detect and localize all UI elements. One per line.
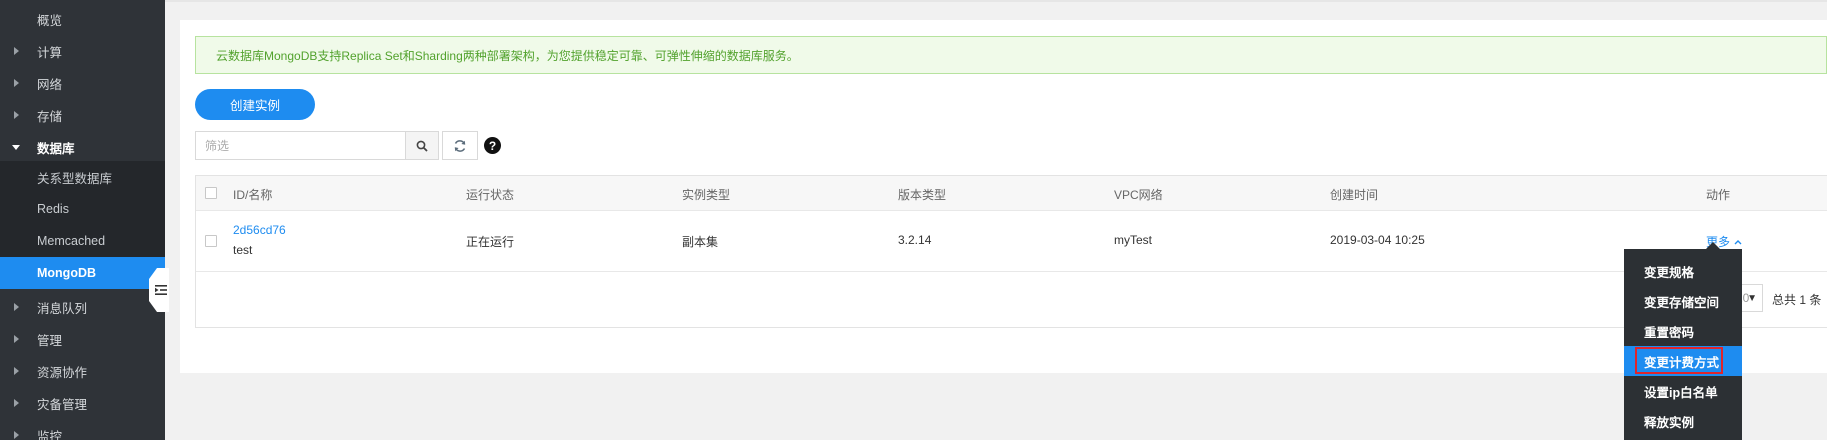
sidebar-item-network[interactable]: 网络 — [0, 67, 165, 99]
sidebar-item-database[interactable]: 数据库 — [0, 131, 165, 163]
sidebar-item-management[interactable]: 管理 — [0, 323, 165, 355]
instance-table: ID/名称 运行状态 实例类型 版本类型 VPC网络 创建时间 动作 2d56c… — [195, 175, 1827, 328]
sidebar-item-mongodb[interactable]: MongoDB — [0, 257, 165, 289]
notice-text: 云数据库MongoDB支持Replica Set和Sharding两种部署架构，… — [216, 48, 799, 63]
help-icon[interactable]: ? — [484, 137, 501, 154]
instance-type: 副本集 — [682, 235, 719, 249]
sidebar-item-overview[interactable]: 概览 — [0, 3, 165, 35]
sidebar-item-relational-db[interactable]: 关系型数据库 — [0, 161, 165, 193]
create-instance-button[interactable]: 创建实例 — [195, 89, 315, 120]
info-notice: 云数据库MongoDB支持Replica Set和Sharding两种部署架构，… — [195, 36, 1827, 74]
search-button[interactable] — [405, 131, 439, 160]
instance-vpc: myTest — [1114, 233, 1153, 247]
sidebar-item-compute[interactable]: 计算 — [0, 35, 165, 67]
col-created: 创建时间 — [1330, 188, 1379, 202]
top-strip — [165, 0, 1827, 2]
highlight-box — [1635, 347, 1723, 374]
row-checkbox[interactable] — [205, 235, 217, 247]
caret-down-icon — [12, 144, 20, 150]
select-all-checkbox[interactable] — [205, 187, 217, 199]
caret-right-icon — [14, 399, 19, 407]
sidebar-item-label: MongoDB — [37, 266, 97, 280]
sidebar-item-label: 管理 — [37, 333, 63, 348]
instance-name: test — [233, 243, 253, 257]
sidebar-item-label: 资源协作 — [37, 365, 88, 380]
sidebar-item-label: 灾备管理 — [37, 397, 88, 412]
collapse-menu-icon — [155, 285, 167, 295]
col-vpc: VPC网络 — [1114, 188, 1163, 202]
instance-version: 3.2.14 — [898, 233, 932, 247]
menu-item-release-instance[interactable]: 释放实例 — [1624, 406, 1742, 436]
sidebar-item-resource-collab[interactable]: 资源协作 — [0, 355, 165, 387]
menu-item-label: 设置ip白名单 — [1644, 385, 1718, 400]
refresh-button[interactable] — [442, 131, 478, 160]
caret-right-icon — [14, 431, 19, 439]
caret-right-icon — [14, 367, 19, 375]
sidebar-item-label: 关系型数据库 — [37, 171, 113, 186]
instance-id-link[interactable]: 2d56cd76 — [233, 223, 286, 237]
sidebar-item-label: 存储 — [37, 109, 63, 124]
instance-created: 2019-03-04 10:25 — [1330, 233, 1425, 247]
sidebar-item-label: 监控 — [37, 429, 63, 440]
table-row: 2d56cd76 test 正在运行 副本集 3.2.14 myTest 201… — [196, 211, 1827, 272]
menu-item-ip-whitelist[interactable]: 设置ip白名单 — [1624, 376, 1742, 406]
sidebar: 概览 计算 网络 存储 数据库 关系型数据库 Redis Memcached M… — [0, 0, 165, 440]
sidebar-item-disaster-recovery[interactable]: 灾备管理 — [0, 387, 165, 419]
menu-item-change-storage[interactable]: 变更存储空间 — [1624, 286, 1742, 316]
col-id-name: ID/名称 — [233, 188, 273, 202]
caret-right-icon — [14, 79, 19, 87]
sidebar-item-label: Redis — [37, 202, 69, 216]
col-status: 运行状态 — [466, 188, 515, 202]
col-action: 动作 — [1706, 188, 1731, 202]
caret-right-icon — [14, 111, 19, 119]
menu-item-reset-password[interactable]: 重置密码 — [1624, 316, 1742, 346]
sidebar-item-label: 计算 — [37, 45, 63, 60]
menu-item-label: 重置密码 — [1644, 325, 1695, 340]
col-version: 版本类型 — [898, 188, 947, 202]
chevron-up-icon — [1734, 239, 1742, 244]
sidebar-item-label: 消息队列 — [37, 301, 88, 316]
menu-item-change-spec[interactable]: 变更规格 — [1624, 256, 1742, 286]
sidebar-item-redis[interactable]: Redis — [0, 193, 165, 225]
sidebar-item-message-queue[interactable]: 消息队列 — [0, 291, 165, 323]
menu-item-label: 变更规格 — [1644, 265, 1695, 280]
sidebar-item-label: 概览 — [37, 13, 63, 28]
table-header: ID/名称 运行状态 实例类型 版本类型 VPC网络 创建时间 动作 — [196, 176, 1827, 211]
sidebar-item-label: Memcached — [37, 234, 106, 248]
pagination-total: 总共 1 条 — [1772, 293, 1822, 307]
menu-item-change-billing[interactable]: 变更计费方式 — [1624, 346, 1742, 376]
filter-input[interactable] — [195, 131, 405, 160]
sidebar-item-memcached[interactable]: Memcached — [0, 225, 165, 257]
caret-right-icon — [14, 47, 19, 55]
refresh-icon — [454, 139, 466, 152]
sidebar-item-label: 网络 — [37, 77, 63, 92]
caret-right-icon — [14, 335, 19, 343]
more-actions-dropdown: 变更规格 变更存储空间 重置密码 变更计费方式 设置ip白名单 释放实例 — [1624, 242, 1742, 440]
caret-right-icon — [14, 303, 19, 311]
search-icon — [416, 140, 428, 152]
sidebar-item-label: 数据库 — [37, 141, 75, 156]
menu-item-label: 变更存储空间 — [1644, 295, 1720, 310]
sidebar-item-monitoring[interactable]: 监控 — [0, 419, 165, 440]
menu-item-label: 释放实例 — [1644, 415, 1695, 430]
sidebar-item-storage[interactable]: 存储 — [0, 99, 165, 131]
instance-status: 正在运行 — [466, 235, 515, 249]
col-type: 实例类型 — [682, 188, 731, 202]
